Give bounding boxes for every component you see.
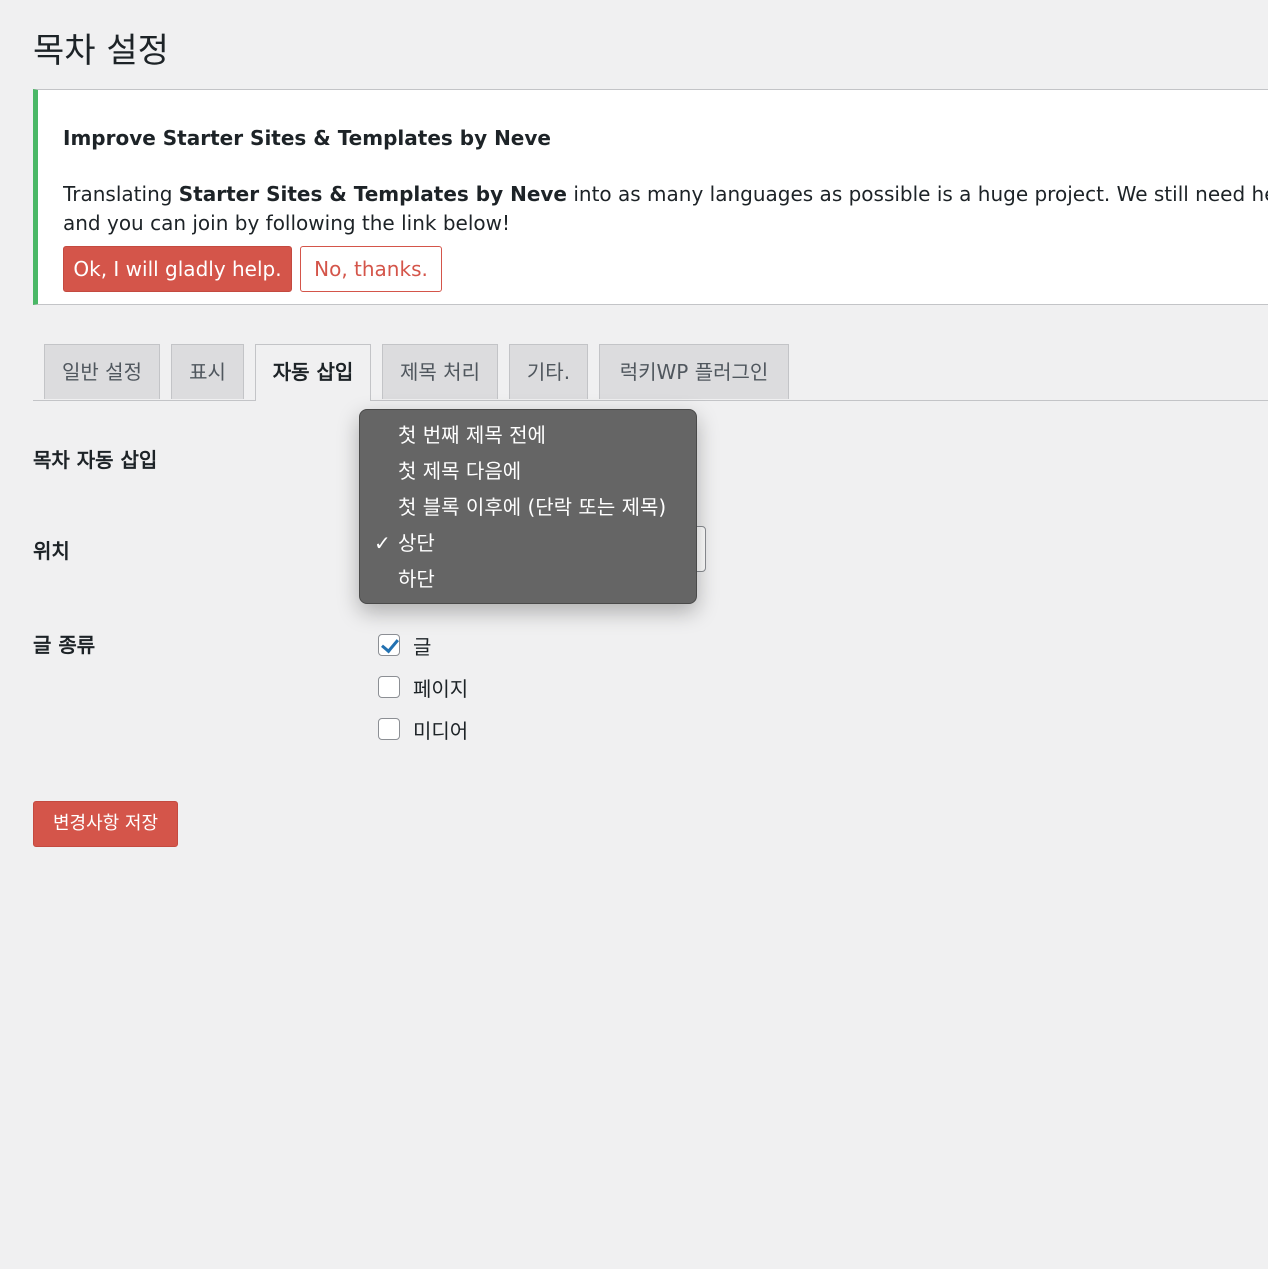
post-type-post-label: 글: [413, 634, 432, 659]
post-type-post-checkbox[interactable]: [378, 634, 400, 656]
notice-text-prefix: Translating: [63, 182, 179, 206]
tab-display[interactable]: 표시: [171, 344, 244, 399]
tab-heading-handling[interactable]: 제목 처리: [382, 344, 498, 399]
position-option-before-first-heading[interactable]: 첫 번째 제목 전에: [398, 422, 546, 448]
page-title: 목차 설정: [33, 31, 169, 71]
tab-auto-insert[interactable]: 자동 삽입: [255, 344, 371, 401]
checkmark-icon: ✓: [374, 531, 391, 555]
notice-text-suffix: into as many languages as possible is a …: [573, 182, 1268, 206]
post-type-page-label: 페이지: [413, 676, 469, 701]
post-type-page-checkbox[interactable]: [378, 676, 400, 698]
position-dropdown-menu: 첫 번째 제목 전에 첫 제목 다음에 첫 블록 이후에 (단락 또는 제목) …: [359, 409, 697, 604]
translation-notice: Improve Starter Sites & Templates by Nev…: [33, 89, 1268, 305]
post-type-page-option[interactable]: 페이지: [378, 674, 469, 701]
position-option-top[interactable]: 상단: [398, 530, 435, 556]
post-type-media-label: 미디어: [413, 718, 469, 743]
notice-text: Translating Starter Sites & Templates by…: [63, 180, 1268, 238]
tab-luckywp-plugins[interactable]: 럭키WP 플러그인: [599, 344, 789, 399]
settings-tabs: 일반 설정 표시 자동 삽입 제목 처리 기타. 럭키WP 플러그인: [33, 344, 1268, 401]
post-type-media-checkbox[interactable]: [378, 718, 400, 740]
help-decline-button[interactable]: No, thanks.: [300, 246, 442, 292]
post-types-label: 글 종류: [33, 633, 96, 657]
save-changes-button[interactable]: 변경사항 저장: [33, 801, 178, 847]
position-option-after-first-heading[interactable]: 첫 제목 다음에: [398, 458, 521, 484]
tab-misc[interactable]: 기타.: [509, 344, 588, 399]
position-label: 위치: [33, 539, 70, 563]
position-option-bottom[interactable]: 하단: [398, 566, 435, 592]
auto-insert-label: 목차 자동 삽입: [33, 448, 158, 472]
post-type-media-option[interactable]: 미디어: [378, 716, 469, 743]
notice-heading: Improve Starter Sites & Templates by Nev…: [63, 126, 551, 150]
tab-general[interactable]: 일반 설정: [44, 344, 160, 399]
post-type-post-option[interactable]: 글: [378, 632, 432, 659]
help-accept-button[interactable]: Ok, I will gladly help.: [63, 246, 292, 292]
notice-text-line2: and you can join by following the link b…: [63, 211, 510, 235]
position-option-after-first-block[interactable]: 첫 블록 이후에 (단락 또는 제목): [398, 494, 666, 520]
notice-text-plugin-name: Starter Sites & Templates by Neve: [178, 182, 567, 206]
